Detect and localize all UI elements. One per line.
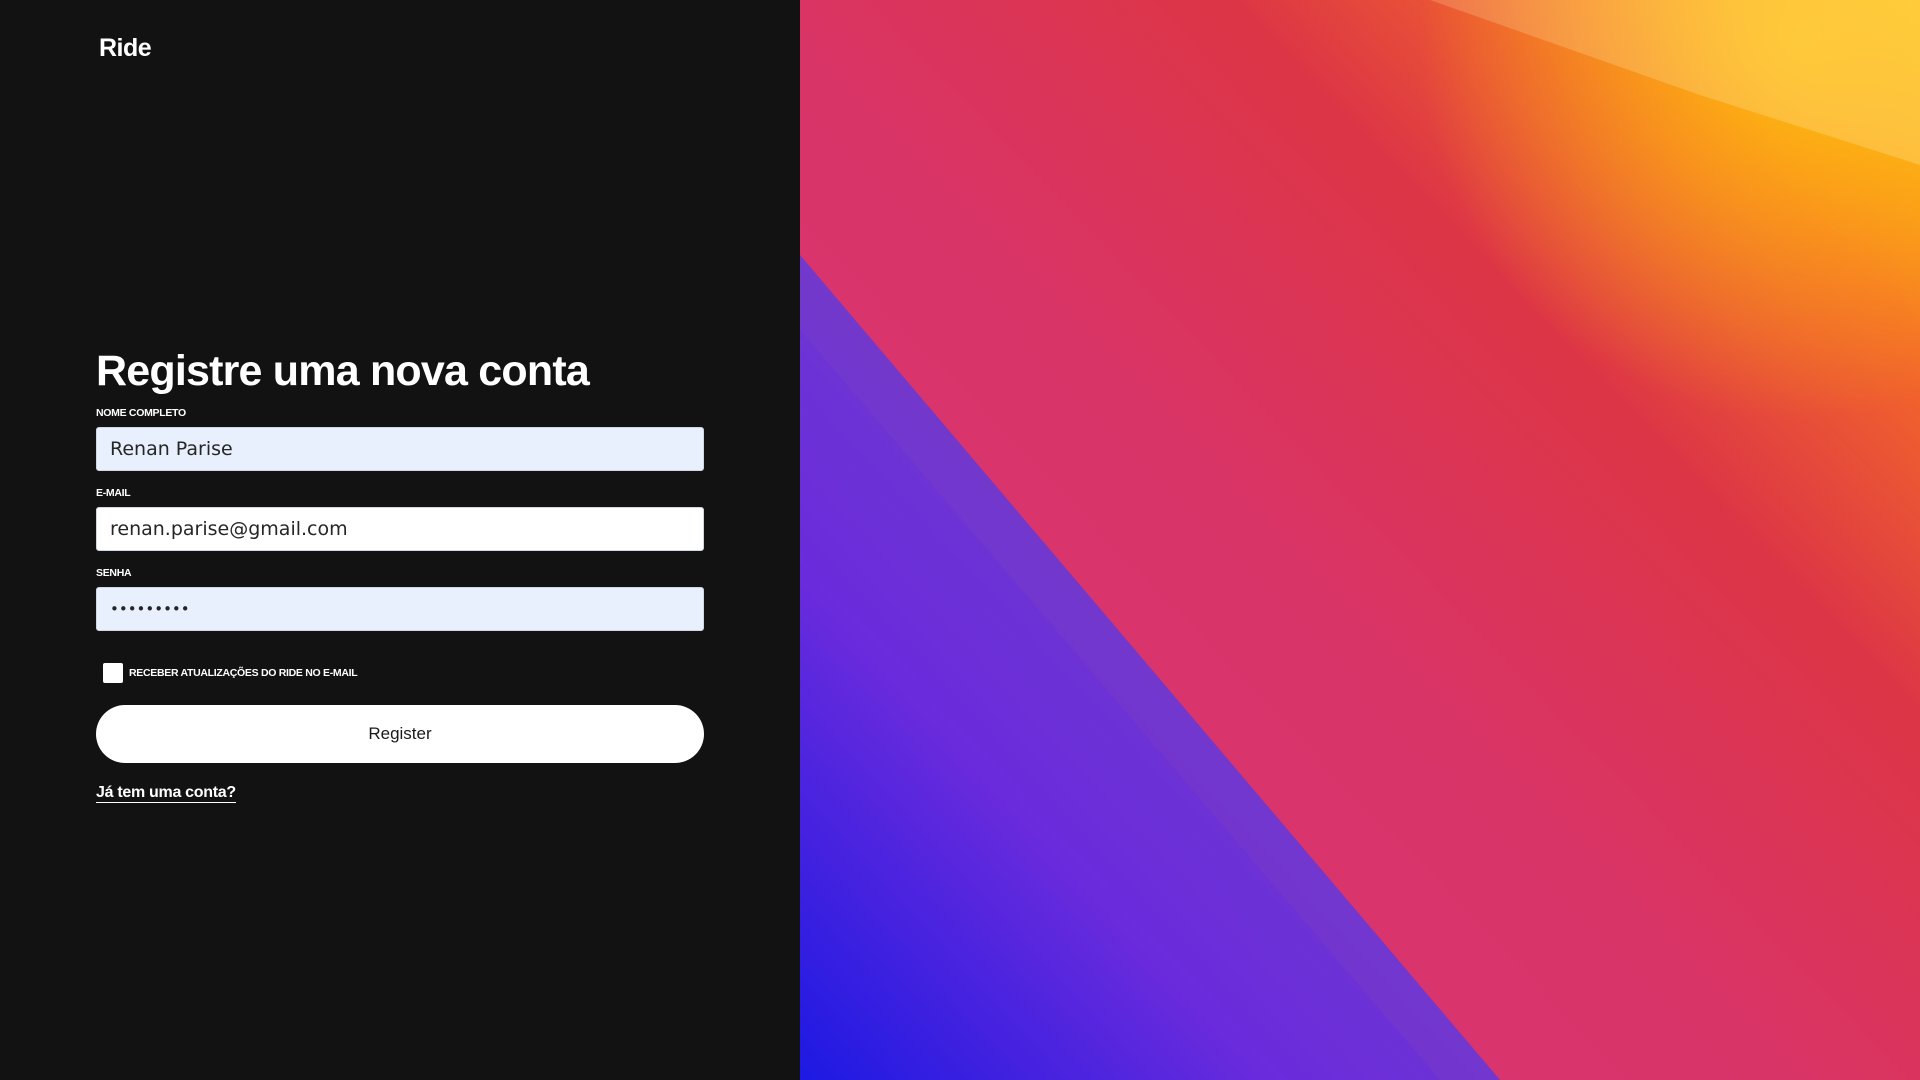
newsletter-checkbox[interactable] — [103, 663, 123, 683]
full-name-field-group: NOME COMPLETO — [96, 407, 704, 471]
full-name-input[interactable] — [96, 427, 704, 471]
email-field-group: E-MAIL — [96, 487, 704, 551]
gradient-artwork — [800, 0, 1920, 1080]
password-label: SENHA — [96, 567, 132, 579]
register-panel: Ride Registre uma nova conta NOME COMPLE… — [0, 0, 800, 1080]
password-input[interactable] — [96, 587, 704, 631]
login-link[interactable]: Já tem uma conta? — [96, 784, 236, 803]
newsletter-label[interactable]: RECEBER ATUALIZAÇÕES DO RIDE NO E-MAIL — [129, 667, 358, 679]
full-name-label: NOME COMPLETO — [96, 407, 186, 419]
email-label: E-MAIL — [96, 487, 131, 499]
ride-logo[interactable]: Ride — [99, 34, 152, 63]
page-title: Registre uma nova conta — [96, 347, 590, 395]
register-page: Ride Registre uma nova conta NOME COMPLE… — [0, 0, 1920, 1080]
register-form: Registre uma nova conta NOME COMPLETO E-… — [96, 345, 704, 803]
newsletter-row: RECEBER ATUALIZAÇÕES DO RIDE NO E-MAIL — [103, 663, 704, 683]
email-input[interactable] — [96, 507, 704, 551]
password-field-group: SENHA — [96, 567, 704, 631]
register-button[interactable]: Register — [96, 705, 704, 763]
gradient-background-image — [800, 0, 1920, 1080]
